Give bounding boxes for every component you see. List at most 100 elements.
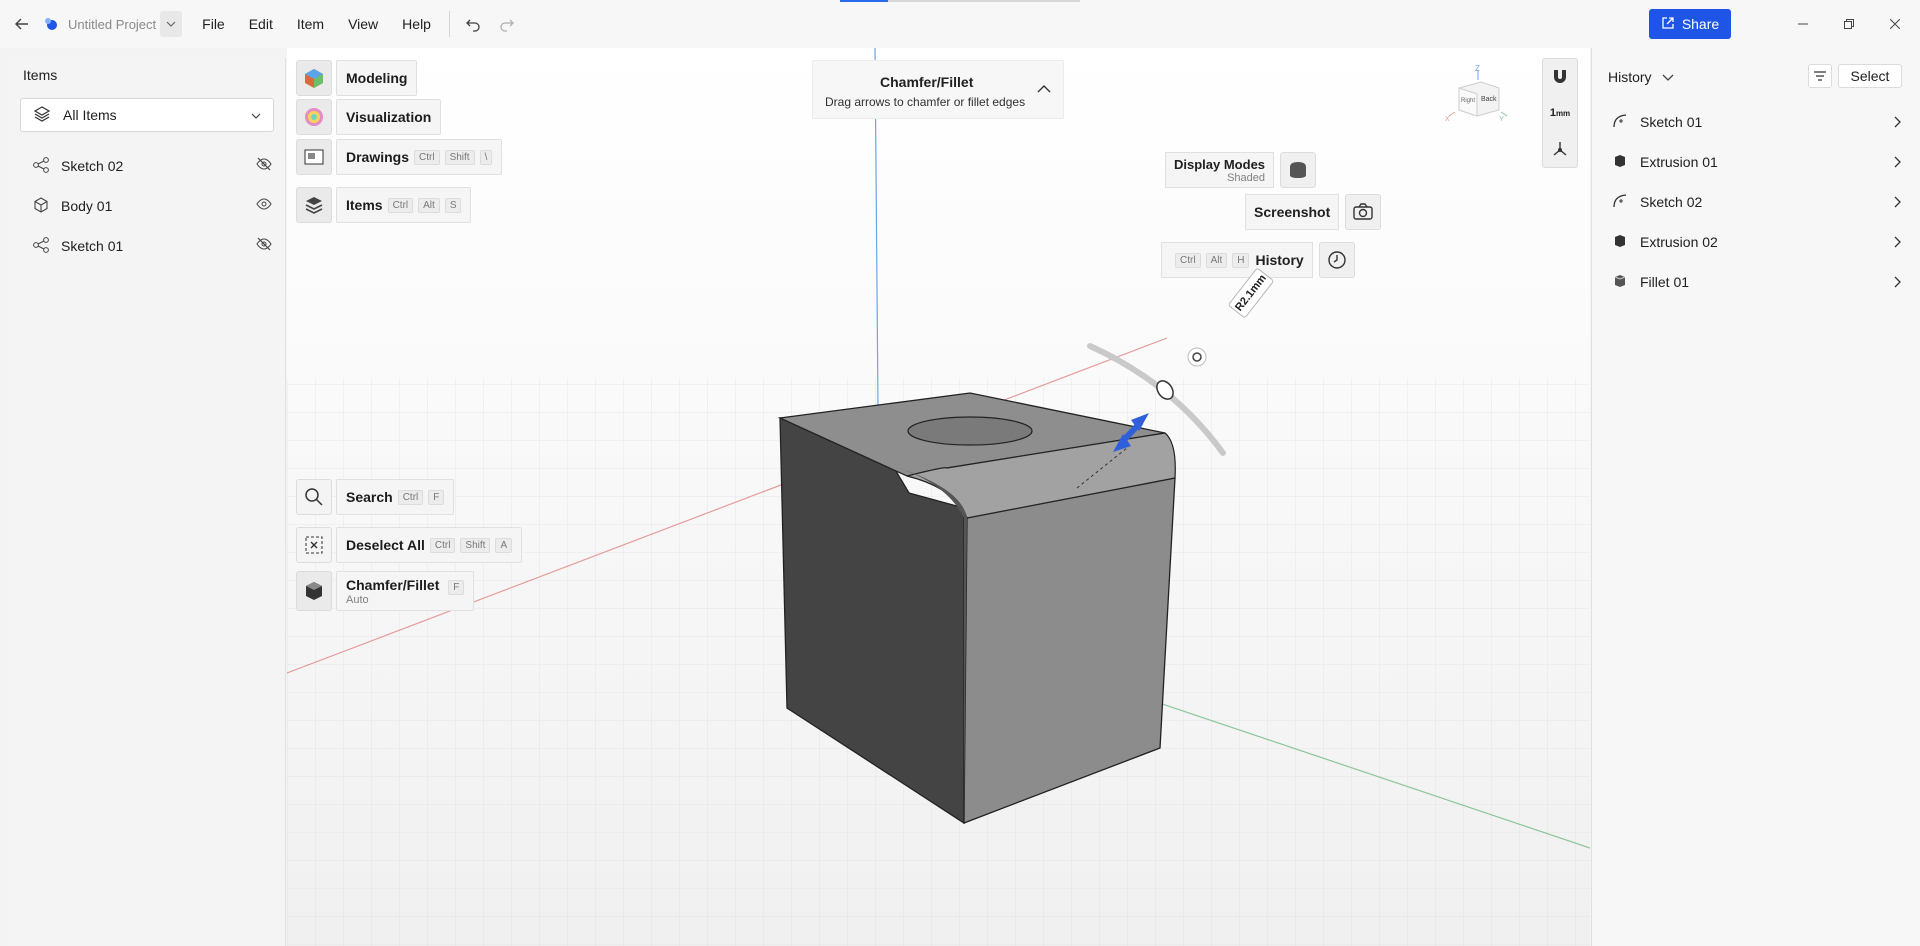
items-panel: Items All Items Sketch 02 Body 01 Sketch… <box>8 58 286 946</box>
history-title: History <box>1608 69 1652 85</box>
shortcut-key: Shift <box>460 537 491 553</box>
view-tools-stack: 1 mm <box>1542 58 1578 168</box>
shortcut-key: Alt <box>1205 252 1228 268</box>
display-modes-label: Display Modes Shaded <box>1165 152 1275 188</box>
modeling-tool[interactable]: Modeling <box>296 60 418 96</box>
divider <box>448 11 450 37</box>
deselect-icon <box>296 527 332 563</box>
scale-indicator[interactable]: 1 mm <box>1543 95 1577 131</box>
modeling-label: Modeling <box>336 60 418 96</box>
viewport-scene[interactable] <box>287 48 1590 946</box>
share-icon <box>1661 16 1675 33</box>
history-item-label: Fillet 01 <box>1640 274 1690 290</box>
sketch-icon <box>1612 113 1628 132</box>
history-item-label: Extrusion 02 <box>1640 234 1718 250</box>
tree-item-sketch-02[interactable]: Sketch 02 <box>32 151 282 181</box>
search-tool[interactable]: Search Ctrl F <box>296 479 455 515</box>
history-item-label: Sketch 02 <box>1640 194 1703 210</box>
history-item-fillet-01[interactable]: Fillet 01 <box>1612 267 1912 297</box>
shortcut-key: Ctrl <box>429 537 456 553</box>
body-hole[interactable] <box>907 416 1033 446</box>
extrusion-icon <box>1612 233 1628 252</box>
menu-help[interactable]: Help <box>390 8 443 40</box>
history-item-label: Sketch 01 <box>1640 114 1703 130</box>
magnet-snap-icon[interactable] <box>1543 59 1577 95</box>
modeling-icon <box>296 60 332 96</box>
history-item-sketch-02[interactable]: Sketch 02 <box>1612 187 1912 217</box>
eye-hidden-icon[interactable] <box>256 237 272 254</box>
select-button[interactable]: Select <box>1838 64 1902 88</box>
back-arrow-icon[interactable] <box>4 6 40 42</box>
visualization-icon <box>296 99 332 135</box>
menu-edit[interactable]: Edit <box>237 8 285 40</box>
cube-face-label: Back <box>1481 96 1497 103</box>
items-tool[interactable]: Items Ctrl Alt S <box>296 187 472 223</box>
camera-icon <box>1345 194 1382 230</box>
undo-icon[interactable] <box>456 8 490 40</box>
tree-item-sketch-01[interactable]: Sketch 01 <box>32 231 282 261</box>
eye-hidden-icon[interactable] <box>256 157 272 174</box>
share-label: Share <box>1681 16 1720 32</box>
chevron-up-icon[interactable] <box>1037 82 1051 97</box>
display-modes-control[interactable]: Display Modes Shaded <box>1165 152 1317 188</box>
history-item-extrusion-02[interactable]: Extrusion 02 <box>1612 227 1912 257</box>
chamfer-fillet-hint: Chamfer/Fillet Drag arrows to chamfer or… <box>812 60 1064 119</box>
shortcut-key: A <box>495 537 513 553</box>
axis-y-label: Y <box>1499 116 1504 123</box>
history-item-sketch-01[interactable]: Sketch 01 <box>1612 107 1912 137</box>
hint-subtitle: Drag arrows to chamfer or fillet edges <box>825 95 1026 109</box>
screenshot-control[interactable]: Screenshot <box>1245 194 1382 230</box>
shaded-mode-icon <box>1280 152 1317 188</box>
body-cube-icon <box>32 196 50 217</box>
chevron-down-icon <box>1662 69 1674 85</box>
visualization-label: Visualization <box>336 99 442 135</box>
fillet-icon <box>1612 273 1628 292</box>
close-icon[interactable] <box>1872 8 1918 40</box>
tree-item-body-01[interactable]: Body 01 <box>32 191 282 221</box>
shortcut-key: S <box>444 197 462 213</box>
eye-icon[interactable] <box>256 197 272 214</box>
tree-item-label: Body 01 <box>61 198 113 214</box>
project-name[interactable]: Untitled Project <box>68 17 156 32</box>
history-text: History <box>1255 252 1304 268</box>
shortcut-key: Ctrl <box>1175 252 1201 268</box>
chamfer-fillet-label: Chamfer/Fillet F Auto <box>336 571 475 611</box>
deselect-all-tool[interactable]: Deselect All Ctrl Shift A <box>296 527 523 563</box>
view-cube[interactable]: Z Right Back X Y <box>1445 64 1508 128</box>
settings-gear-icon[interactable] <box>1187 347 1207 367</box>
chevron-down-icon[interactable] <box>160 11 183 37</box>
axis-x-label: X <box>1445 116 1450 123</box>
axis-z-label: Z <box>1475 64 1480 73</box>
menu-view[interactable]: View <box>336 8 390 40</box>
filter-value: All Items <box>63 107 117 123</box>
menu-file[interactable]: File <box>190 8 237 40</box>
loading-indicator <box>840 0 1080 2</box>
minimize-icon[interactable] <box>1780 8 1826 40</box>
sketch-icon <box>1612 193 1628 212</box>
history-header[interactable]: History <box>1608 69 1674 85</box>
chamfer-fillet-tool[interactable]: Chamfer/Fillet F Auto <box>296 571 475 611</box>
search-label: Search Ctrl F <box>336 479 455 515</box>
tree-item-label: Sketch 01 <box>61 238 124 254</box>
chamfer-mode: Auto <box>346 593 369 606</box>
axes-orientation-icon[interactable] <box>1543 131 1577 167</box>
3d-viewport[interactable]: Modeling Visualization Drawings Ctrl Shi… <box>287 48 1590 946</box>
share-button[interactable]: Share <box>1649 9 1731 39</box>
chamfer-fillet-icon <box>296 571 332 611</box>
items-filter-dropdown[interactable]: All Items <box>20 98 274 132</box>
history-item-extrusion-01[interactable]: Extrusion 01 <box>1612 147 1912 177</box>
drawings-label: Drawings Ctrl Shift \ <box>336 139 503 175</box>
drawings-tool[interactable]: Drawings Ctrl Shift \ <box>296 139 503 175</box>
cube-face-label: Right <box>1461 98 1476 104</box>
restore-icon[interactable] <box>1826 8 1872 40</box>
filter-icon[interactable] <box>1808 64 1832 88</box>
items-text: Items <box>346 197 383 213</box>
chevron-right-icon <box>1894 115 1902 131</box>
menu-item[interactable]: Item <box>285 8 336 40</box>
visualization-tool[interactable]: Visualization <box>296 99 442 135</box>
shortcut-key: Ctrl <box>387 197 414 213</box>
deselect-label: Deselect All Ctrl Shift A <box>336 527 523 563</box>
menu-bar: File Edit Item View Help <box>190 8 443 40</box>
tree-item-label: Sketch 02 <box>61 158 124 174</box>
redo-icon[interactable] <box>490 8 524 40</box>
